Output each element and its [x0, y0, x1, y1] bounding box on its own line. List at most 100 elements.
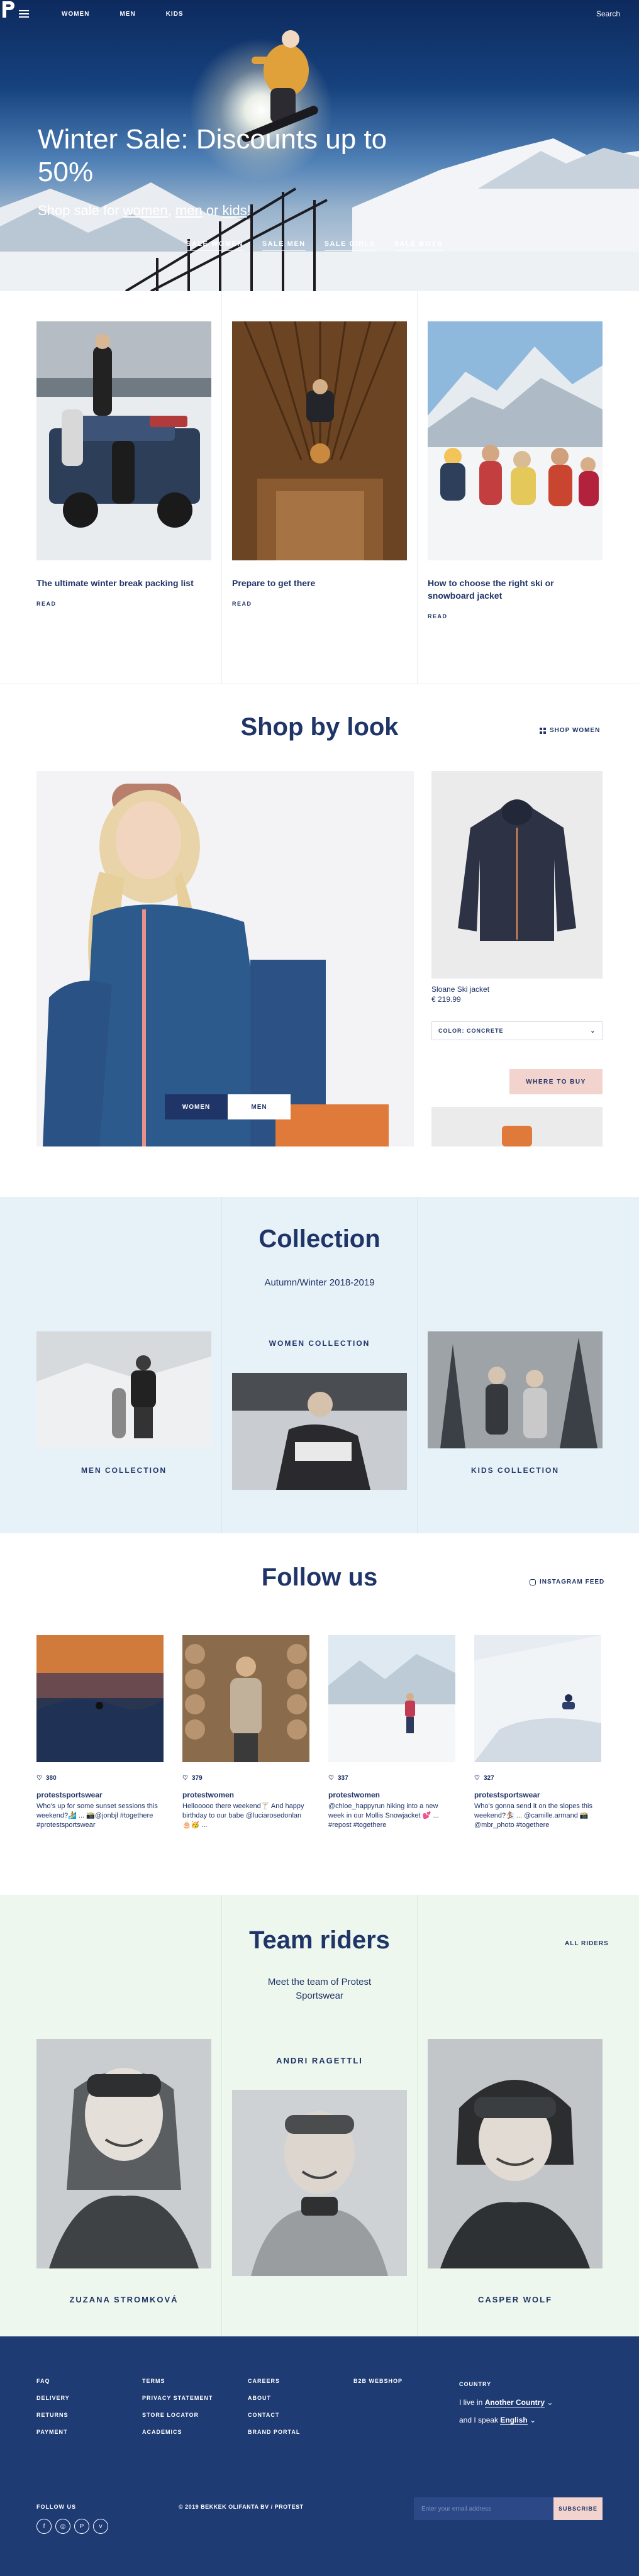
sale-women-link[interactable]: SALE WOMEN [186, 240, 243, 251]
nav-men[interactable]: MEN [119, 11, 135, 18]
rider-image[interactable] [36, 2039, 211, 2268]
footer-link-store-locator[interactable]: STORE LOCATOR [142, 2412, 213, 2418]
instagram-caption: Hellooooo there weekend🍸 And happy birth… [182, 1802, 304, 1829]
instagram-user[interactable]: protestwomen [182, 1790, 309, 1799]
instagram-image[interactable] [328, 1635, 455, 1762]
footer-link-contact[interactable]: CONTACT [248, 2412, 300, 2418]
instagram-image[interactable] [474, 1635, 601, 1762]
footer-column-legal: TERMS PRIVACY STATEMENT STORE LOCATOR AC… [142, 2378, 213, 2446]
women-collection-photo [232, 1373, 407, 1490]
hero-link-men[interactable]: men [175, 203, 203, 218]
likes-count: ♡ 327 [474, 1775, 601, 1782]
nav-women[interactable]: WOMEN [62, 11, 89, 18]
footer-link-payment[interactable]: PAYMENT [36, 2429, 70, 2435]
instagram-user[interactable]: protestsportswear [36, 1790, 164, 1799]
chevron-down-icon: ⌄ [545, 2398, 553, 2407]
vimeo-icon[interactable]: v [93, 2519, 108, 2534]
footer-link-brand-portal[interactable]: BRAND PORTAL [248, 2429, 300, 2435]
article-read-link[interactable]: READ [428, 613, 603, 619]
nav-kids[interactable]: KIDS [166, 11, 184, 18]
footer-link-faq[interactable]: FAQ [36, 2378, 70, 2384]
article-image[interactable] [36, 321, 211, 560]
footer-link-delivery[interactable]: DELIVERY [36, 2395, 70, 2401]
sale-boys-link[interactable]: SALE BOYS [394, 240, 443, 251]
all-riders-link[interactable]: ALL RIDERS [565, 1940, 609, 1947]
instagram-post[interactable]: ♡ 327 protestsportswear Who's gonna send … [474, 1635, 601, 1830]
where-to-buy-button[interactable]: WHERE TO BUY [509, 1069, 603, 1094]
hero-sale-links: SALE WOMEN SALE MEN SALE GIRLS SALE BOYS [186, 240, 443, 251]
column-divider [417, 1895, 418, 2336]
article-title[interactable]: Prepare to get there [232, 577, 407, 589]
pinterest-icon[interactable]: P [74, 2519, 89, 2534]
article-title[interactable]: How to choose the right ski or snowboard… [428, 577, 603, 602]
rider-name[interactable]: ZUZANA STROMKOVÁ [36, 2295, 211, 2304]
follow-us-section: Follow us INSTAGRAM FEED ♡ 380 protestspo… [0, 1533, 639, 1895]
toggle-men-button[interactable]: MEN [228, 1094, 291, 1119]
instagram-user[interactable]: protestsportswear [474, 1790, 601, 1799]
instagram-post[interactable]: ♡ 380 protestsportswear Who's up for some… [36, 1635, 164, 1830]
footer-column-b2b: B2B WEBSHOP [353, 2378, 403, 2395]
instagram-user[interactable]: protestwomen [328, 1790, 455, 1799]
toggle-women-button[interactable]: WOMEN [165, 1094, 228, 1119]
color-select[interactable]: COLOR: CONCRETE ⌄ [431, 1021, 603, 1040]
footer-follow-label: FOLLOW US [36, 2504, 76, 2510]
article-card[interactable]: The ultimate winter break packing list R… [36, 321, 211, 607]
product-image[interactable] [431, 771, 603, 979]
footer-link-terms[interactable]: TERMS [142, 2378, 213, 2384]
footer-link-about[interactable]: ABOUT [248, 2395, 300, 2401]
all-riders-label[interactable]: ALL RIDERS [565, 1940, 609, 1947]
team-riders-section: Team riders Meet the team of Protest Spo… [0, 1895, 639, 2336]
hero-link-kids[interactable]: kids [223, 203, 247, 218]
footer-link-academics[interactable]: ACADEMICS [142, 2429, 213, 2435]
kids-collection-link[interactable]: KIDS COLLECTION [428, 1466, 603, 1475]
article-image[interactable] [232, 321, 407, 560]
sale-girls-link[interactable]: SALE GIRLS [324, 240, 375, 251]
kids-collection-photo [428, 1331, 603, 1448]
footer-link-careers[interactable]: CAREERS [248, 2378, 300, 2384]
search-link[interactable]: Search [596, 9, 620, 18]
article-image[interactable] [428, 321, 603, 560]
product-name[interactable]: Sloane Ski jacket [431, 985, 489, 994]
rider-name[interactable]: ANDRI RAGETTLI [232, 2056, 407, 2065]
facebook-icon[interactable]: f [36, 2519, 52, 2534]
shop-women-link[interactable]: SHOP WOMEN [540, 727, 600, 734]
follow-title: Follow us [261, 1563, 378, 1591]
instagram-post[interactable]: ♡ 337 protestwomen @chloe_happyrun hiking… [328, 1635, 455, 1830]
article-read-link[interactable]: READ [36, 601, 211, 607]
kids-collection-image[interactable] [428, 1331, 603, 1448]
collection-section: Collection Autumn/Winter 2018-2019 MEN C… [0, 1197, 639, 1533]
country-selector[interactable]: Another Country [484, 2398, 545, 2407]
instagram-feed-label[interactable]: INSTAGRAM FEED [540, 1579, 604, 1585]
sale-men-link[interactable]: SALE MEN [262, 240, 306, 251]
rider-image[interactable] [232, 2090, 407, 2276]
rider-photo-casper [428, 2039, 603, 2268]
article-card[interactable]: Prepare to get there READ [232, 321, 407, 607]
rider-name[interactable]: CASPER WOLF [428, 2295, 603, 2304]
shop-women-label[interactable]: SHOP WOMEN [550, 727, 600, 734]
instagram-image[interactable] [36, 1635, 164, 1762]
instagram-feed-link[interactable]: INSTAGRAM FEED [530, 1579, 604, 1585]
men-collection-image[interactable] [36, 1331, 211, 1448]
instagram-post[interactable]: ♡ 379 protestwomen Hellooooo there weeken… [182, 1635, 309, 1830]
subscribe-button[interactable]: SUBSCRIBE [553, 2497, 603, 2520]
instagram-icon[interactable]: ◎ [55, 2519, 70, 2534]
newsletter-email-input[interactable] [414, 2497, 553, 2520]
women-collection-link[interactable]: WOMEN COLLECTION [232, 1339, 407, 1348]
look-image [36, 771, 414, 1146]
footer-link-b2b-webshop[interactable]: B2B WEBSHOP [353, 2378, 403, 2384]
men-collection-link[interactable]: MEN COLLECTION [36, 1466, 211, 1475]
hamburger-icon[interactable] [19, 10, 29, 18]
footer-link-privacy[interactable]: PRIVACY STATEMENT [142, 2395, 213, 2401]
hero-link-women[interactable]: women [123, 203, 168, 218]
next-product-image[interactable] [431, 1107, 603, 1146]
article-read-link[interactable]: READ [232, 601, 407, 607]
protest-logo-icon[interactable] [0, 0, 15, 19]
instagram-image[interactable] [182, 1635, 309, 1762]
article-card[interactable]: How to choose the right ski or snowboard… [428, 321, 603, 619]
rider-image[interactable] [428, 2039, 603, 2268]
women-collection-image[interactable] [232, 1373, 407, 1490]
site-footer: FAQ DELIVERY RETURNS PAYMENT TERMS PRIVA… [0, 2336, 639, 2576]
footer-link-returns[interactable]: RETURNS [36, 2412, 70, 2418]
language-selector[interactable]: English [500, 2416, 528, 2425]
article-title[interactable]: The ultimate winter break packing list [36, 577, 211, 589]
